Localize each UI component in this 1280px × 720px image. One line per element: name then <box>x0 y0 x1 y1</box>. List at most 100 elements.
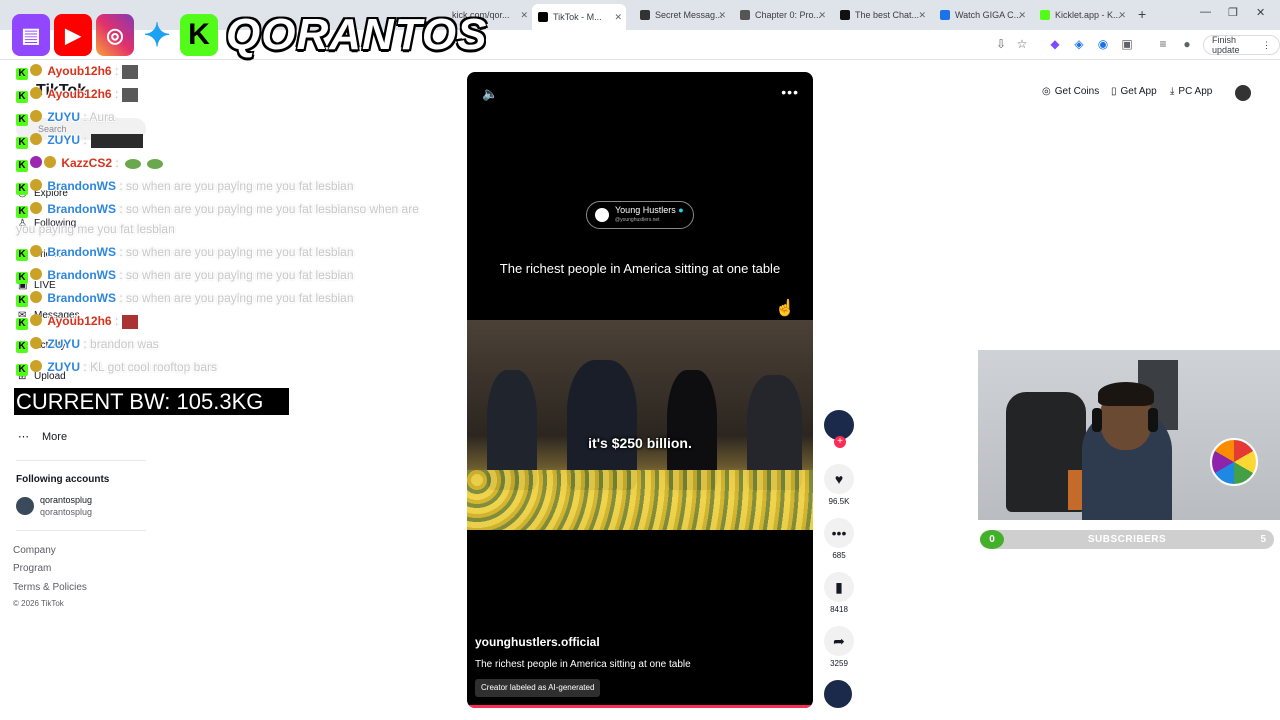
finish-update-button[interactable]: Finish update ⋮ <box>1203 35 1280 55</box>
tab-tiktok[interactable]: TikTok - M... ✕ <box>532 4 626 30</box>
heart-icon: ♥ <box>824 464 854 494</box>
banana-badge-icon <box>30 360 42 372</box>
extension-icon[interactable]: ◈ <box>1072 37 1086 51</box>
account-name: qorantosplug <box>40 495 93 505</box>
banana-badge-icon <box>30 202 42 214</box>
tab-secret-message[interactable]: Secret Messag... ✕ <box>634 4 730 26</box>
close-window-icon[interactable]: ✕ <box>1256 6 1265 19</box>
video-author[interactable]: younghustlers.official <box>475 635 600 649</box>
kick-badge-icon: K <box>16 318 28 330</box>
tab-label: Secret Messag... <box>655 10 723 20</box>
stream-logo-bar: ▤ ▶ ◎ ✦ K QORANTOS <box>12 10 487 60</box>
bookmark-star-icon[interactable]: ☆ <box>1015 37 1029 51</box>
extensions-puzzle-icon[interactable]: ▣ <box>1120 37 1134 51</box>
chat-text: : Aura <box>83 110 115 125</box>
chat-message: K Ayoub12h6 : <box>16 87 139 103</box>
more-label: More <box>42 431 68 443</box>
avatar <box>16 497 34 515</box>
minimize-icon[interactable]: — <box>1200 6 1211 18</box>
follow-plus-icon[interactable]: + <box>834 436 846 448</box>
chat-username: ZUYU <box>47 133 81 148</box>
footer-link-company[interactable]: Company <box>13 545 56 556</box>
share-arrow-icon: ➦ <box>824 626 854 656</box>
divider <box>16 530 146 531</box>
close-icon[interactable]: ✕ <box>818 10 826 21</box>
banana-badge-icon <box>30 87 42 99</box>
following-account[interactable]: qorantosplug qorantosplug <box>16 494 92 518</box>
mouse-cursor-icon: ☝ <box>775 300 795 317</box>
tiktok-favicon-icon <box>538 12 548 22</box>
banana-badge-icon <box>30 110 42 122</box>
bookmark-icon: ▮ <box>824 572 854 602</box>
more-dots-icon: ⋯ <box>18 431 29 443</box>
comment-button[interactable]: ••• 685 <box>822 518 856 560</box>
chat-message: K BrandonWS : so when are you paying me … <box>16 245 354 261</box>
chat-message: K BrandonWS : so when are you paying me … <box>16 291 354 307</box>
media-icon[interactable]: ≡ <box>1156 37 1170 51</box>
close-icon[interactable]: ✕ <box>614 12 622 23</box>
subscriber-goal: 5 <box>1260 534 1266 545</box>
more-options-icon[interactable]: ••• <box>781 84 799 100</box>
get-coins-button[interactable]: ◎ Get Coins <box>1042 86 1099 97</box>
sound-avatar[interactable] <box>822 678 854 710</box>
body-weight-overlay: CURRENT BW: 105.3KG <box>14 388 289 415</box>
banana-badge-icon <box>30 133 42 145</box>
instagram-icon: ◎ <box>96 14 134 56</box>
download-icon: ⤓ <box>1170 86 1175 97</box>
headset-icon <box>1092 408 1102 432</box>
chat-text: : <box>115 156 119 171</box>
profile-avatar[interactable] <box>1235 85 1251 101</box>
tab-watch-giga[interactable]: Watch GIGA C... ✕ <box>934 4 1030 26</box>
footer-link-terms[interactable]: Terms & Policies <box>13 582 87 593</box>
volume-icon[interactable]: 🔈 <box>482 86 498 102</box>
share-button[interactable]: ➦ 3259 <box>822 626 856 668</box>
chat-text: : <box>114 87 119 102</box>
install-icon[interactable]: ⇩ <box>994 37 1008 51</box>
young-hustlers-logo-icon <box>595 208 609 222</box>
banana-badge-icon <box>30 337 42 349</box>
tab-chapter[interactable]: Chapter 0: Pro... ✕ <box>734 4 830 26</box>
tab-label: Kicklet.app - K... <box>1055 10 1121 20</box>
tab-label: TikTok - M... <box>553 12 602 22</box>
close-icon[interactable]: ✕ <box>718 10 726 21</box>
profile-icon[interactable]: ● <box>1180 37 1194 51</box>
close-icon[interactable]: ✕ <box>1018 10 1026 21</box>
nav-more[interactable]: ⋯ More <box>18 430 67 443</box>
video-progress-bar[interactable] <box>467 705 813 708</box>
maximize-icon[interactable]: ❐ <box>1228 6 1238 19</box>
screen: kick.com/qor... ✕ TikTok - M... ✕ Secret… <box>0 0 1280 720</box>
kick-badge-icon: K <box>16 206 28 218</box>
like-button[interactable]: ♥ 96.5K <box>822 464 856 506</box>
close-icon[interactable]: ✕ <box>520 10 528 21</box>
extension-icon[interactable]: ◉ <box>1096 37 1110 51</box>
video-frame: it's $250 billion. <box>467 320 813 530</box>
frog-emote-icon <box>146 159 163 169</box>
divider <box>16 460 146 461</box>
favicon-icon <box>840 10 850 20</box>
favicon-icon <box>940 10 950 20</box>
video-headline: The richest people in America sitting at… <box>499 261 781 276</box>
kick-badge-icon: K <box>16 249 28 261</box>
close-icon[interactable]: ✕ <box>1118 10 1126 21</box>
badge-name: Young Hustlers <box>615 205 676 215</box>
finish-update-label: Finish update <box>1212 35 1240 55</box>
footer-link-program[interactable]: Program <box>13 563 51 574</box>
emote-image-icon <box>122 315 139 329</box>
twitch-icon: ▤ <box>12 14 50 56</box>
get-app-button[interactable]: ▯ Get App <box>1111 86 1157 97</box>
favicon-icon <box>1040 10 1050 20</box>
video-player[interactable]: 🔈 ••• Young Hustlers ● @younghustlers.net… <box>467 72 813 708</box>
tab-chat[interactable]: The best Chat... ✕ <box>834 4 930 26</box>
streamer-hair <box>1098 382 1154 406</box>
extension-icon[interactable]: ◆ <box>1048 37 1062 51</box>
kick-badge-icon: K <box>16 295 28 307</box>
kick-badge-icon: K <box>16 68 28 80</box>
webcam-feed <box>978 350 1280 520</box>
pc-app-button[interactable]: ⤓ PC App <box>1170 86 1212 97</box>
close-icon[interactable]: ✕ <box>918 10 926 21</box>
banana-badge-icon <box>30 291 42 303</box>
tab-kicklet[interactable]: Kicklet.app - K... ✕ <box>1034 4 1130 26</box>
save-button[interactable]: ▮ 8418 <box>822 572 856 614</box>
new-tab-icon[interactable]: + <box>1138 6 1146 22</box>
chat-message: K ZUYU : Aura <box>16 110 115 126</box>
